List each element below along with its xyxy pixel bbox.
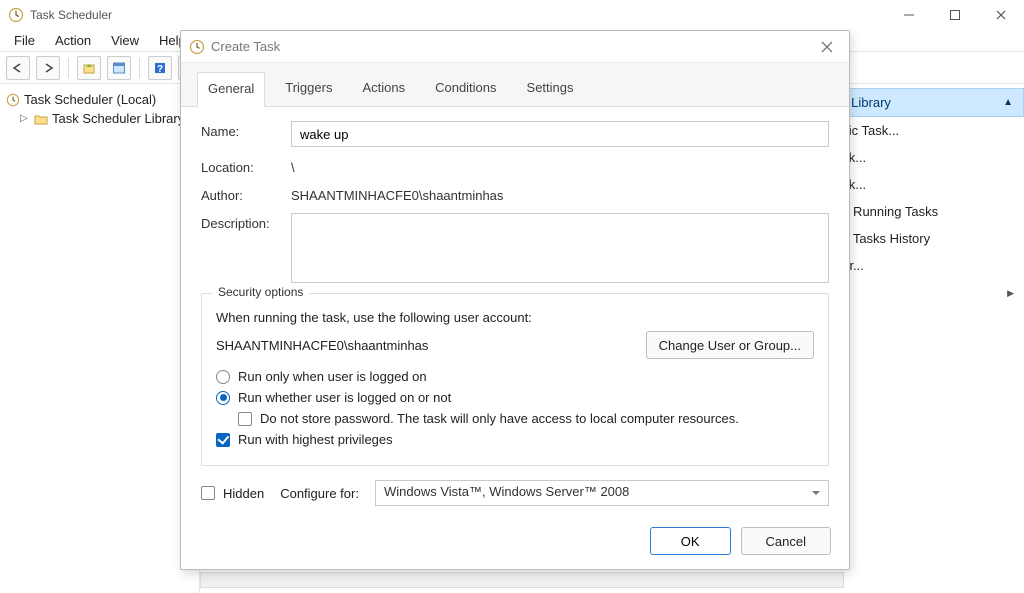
radio-run-logged-on-label: Run only when user is logged on bbox=[238, 369, 427, 384]
name-input[interactable] bbox=[291, 121, 829, 147]
toolbar-up-icon[interactable] bbox=[77, 56, 101, 80]
task-scheduler-icon bbox=[189, 39, 205, 55]
horizontal-scrollbar[interactable] bbox=[200, 572, 844, 588]
name-label: Name: bbox=[201, 121, 291, 139]
dialog-titlebar[interactable]: Create Task bbox=[181, 31, 849, 63]
toolbar-separator bbox=[68, 58, 69, 78]
main-titlebar: Task Scheduler bbox=[0, 0, 1024, 30]
configure-for-select[interactable]: Windows Vista™, Windows Server™ 2008 bbox=[375, 480, 829, 506]
menu-view[interactable]: View bbox=[103, 31, 147, 50]
tab-general[interactable]: General bbox=[197, 72, 265, 107]
nav-tree: Task Scheduler (Local) ▷ Task Scheduler … bbox=[0, 84, 200, 593]
create-task-dialog: Create Task General Triggers Actions Con… bbox=[180, 30, 850, 570]
radio-run-whether[interactable]: Run whether user is logged on or not bbox=[216, 390, 814, 405]
dialog-tabs: General Triggers Actions Conditions Sett… bbox=[181, 63, 849, 107]
cancel-button[interactable]: Cancel bbox=[741, 527, 831, 555]
expand-icon[interactable]: ▷ bbox=[20, 113, 30, 124]
close-button[interactable] bbox=[978, 0, 1024, 30]
tab-actions[interactable]: Actions bbox=[352, 72, 415, 107]
action-more[interactable] bbox=[825, 279, 1024, 306]
tab-settings[interactable]: Settings bbox=[517, 72, 584, 107]
collapse-icon[interactable]: ▲ bbox=[1003, 97, 1013, 108]
minimize-button[interactable] bbox=[886, 0, 932, 30]
radio-icon bbox=[216, 370, 230, 384]
author-value: SHAANTMINHACFE0\shaantminhas bbox=[291, 185, 829, 203]
dialog-title: Create Task bbox=[211, 39, 280, 54]
checkbox-icon bbox=[216, 433, 230, 447]
checkbox-highest-privileges[interactable]: Run with highest privileges bbox=[216, 432, 814, 447]
toolbar-separator bbox=[139, 58, 140, 78]
location-label: Location: bbox=[201, 157, 291, 175]
checkbox-hidden[interactable]: Hidden bbox=[201, 486, 264, 501]
toolbar-back-icon[interactable] bbox=[6, 56, 30, 80]
action-enable-history[interactable]: All Tasks History bbox=[825, 225, 1024, 252]
change-user-button[interactable]: Change User or Group... bbox=[646, 331, 814, 359]
author-label: Author: bbox=[201, 185, 291, 203]
checkbox-highest-label: Run with highest privileges bbox=[238, 432, 393, 447]
checkbox-icon bbox=[238, 412, 252, 426]
checkbox-no-password[interactable]: Do not store password. The task will onl… bbox=[216, 411, 814, 426]
toolbar-forward-icon[interactable] bbox=[36, 56, 60, 80]
configure-for-label: Configure for: bbox=[280, 486, 359, 501]
tree-root[interactable]: Task Scheduler (Local) bbox=[4, 90, 195, 109]
maximize-button[interactable] bbox=[932, 0, 978, 30]
task-scheduler-icon bbox=[8, 7, 24, 23]
tree-library-label: Task Scheduler Library bbox=[52, 111, 184, 126]
description-label: Description: bbox=[201, 213, 291, 231]
tree-library[interactable]: ▷ Task Scheduler Library bbox=[4, 109, 195, 128]
actions-pane: er Library ▲ asic Task... ask... ask... … bbox=[824, 84, 1024, 306]
menu-action[interactable]: Action bbox=[47, 31, 99, 50]
location-value: \ bbox=[291, 157, 829, 175]
run-as-label: When running the task, use the following… bbox=[216, 310, 814, 325]
radio-run-logged-on[interactable]: Run only when user is logged on bbox=[216, 369, 814, 384]
security-options-group: Security options When running the task, … bbox=[201, 293, 829, 466]
checkbox-icon bbox=[201, 486, 215, 500]
folder-icon bbox=[34, 113, 48, 125]
action-import-task[interactable]: ask... bbox=[825, 171, 1024, 198]
tab-conditions[interactable]: Conditions bbox=[425, 72, 506, 107]
action-create-basic-task[interactable]: asic Task... bbox=[825, 117, 1024, 144]
task-scheduler-icon bbox=[6, 93, 20, 107]
tab-triggers[interactable]: Triggers bbox=[275, 72, 342, 107]
toolbar-panel-icon[interactable] bbox=[107, 56, 131, 80]
ok-button[interactable]: OK bbox=[650, 527, 731, 555]
tree-root-label: Task Scheduler (Local) bbox=[24, 92, 156, 107]
menu-file[interactable]: File bbox=[6, 31, 43, 50]
action-new-folder[interactable]: der... bbox=[825, 252, 1024, 279]
svg-text:?: ? bbox=[157, 64, 163, 75]
configure-for-value: Windows Vista™, Windows Server™ 2008 bbox=[384, 484, 629, 499]
description-input[interactable] bbox=[291, 213, 829, 283]
actions-header[interactable]: er Library ▲ bbox=[825, 88, 1024, 117]
checkbox-no-password-label: Do not store password. The task will onl… bbox=[260, 411, 739, 426]
dialog-close-icon[interactable] bbox=[813, 37, 841, 57]
radio-run-whether-label: Run whether user is logged on or not bbox=[238, 390, 451, 405]
action-display-running[interactable]: All Running Tasks bbox=[825, 198, 1024, 225]
security-account: SHAANTMINHACFE0\shaantminhas bbox=[216, 338, 428, 353]
toolbar-help-icon[interactable]: ? bbox=[148, 56, 172, 80]
security-legend: Security options bbox=[212, 285, 309, 299]
action-create-task[interactable]: ask... bbox=[825, 144, 1024, 171]
main-title: Task Scheduler bbox=[30, 8, 112, 22]
radio-icon bbox=[216, 391, 230, 405]
checkbox-hidden-label: Hidden bbox=[223, 486, 264, 501]
